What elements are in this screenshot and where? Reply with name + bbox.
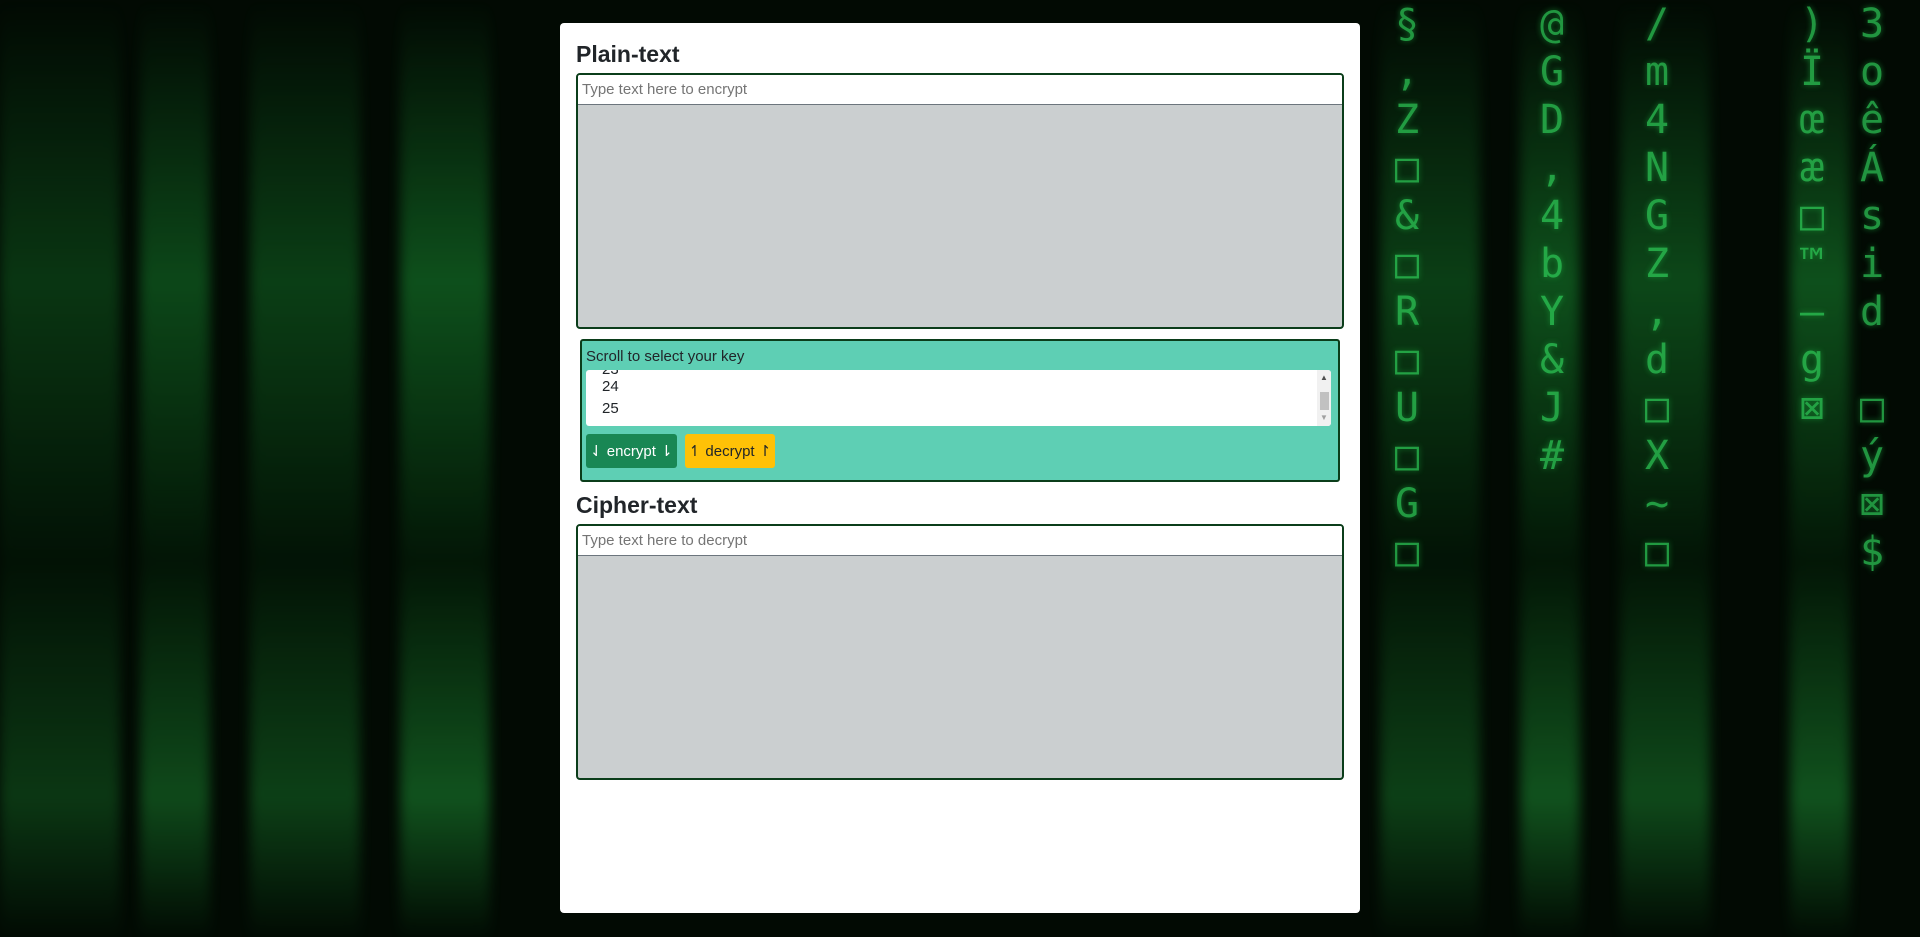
action-buttons: ⇃ encrypt ⇂ ↿ decrypt ↾	[586, 434, 1334, 468]
ciphertext-input[interactable]	[578, 526, 1342, 556]
decrypt-button[interactable]: ↿ decrypt ↾	[684, 434, 776, 468]
ciphertext-heading: Cipher-text	[576, 492, 698, 518]
scroll-down-arrow-icon[interactable]: ▼	[1317, 412, 1331, 424]
key-selector-label: Scroll to select your key	[586, 348, 745, 365]
plaintext-panel	[576, 73, 1344, 329]
scroll-up-arrow-icon[interactable]: ▲	[1317, 372, 1331, 384]
key-selector-list[interactable]: 23 24 25 ▲ ▼	[586, 370, 1331, 426]
plaintext-heading: Plain-text	[576, 41, 680, 67]
key-list-scrollbar[interactable]: ▲ ▼	[1317, 370, 1331, 426]
key-panel: Scroll to select your key 23 24 25 ▲ ▼ ⇃…	[580, 339, 1340, 482]
plaintext-input[interactable]	[578, 75, 1342, 105]
cipher-card: Plain-text Scroll to select your key 23 …	[560, 23, 1360, 913]
key-option[interactable]: 23	[602, 370, 619, 378]
key-option[interactable]: 24	[602, 378, 619, 395]
encrypt-button[interactable]: ⇃ encrypt ⇂	[586, 434, 677, 468]
ciphertext-panel	[576, 524, 1344, 780]
scroll-thumb[interactable]	[1320, 392, 1329, 410]
key-option[interactable]: 25	[602, 400, 619, 417]
